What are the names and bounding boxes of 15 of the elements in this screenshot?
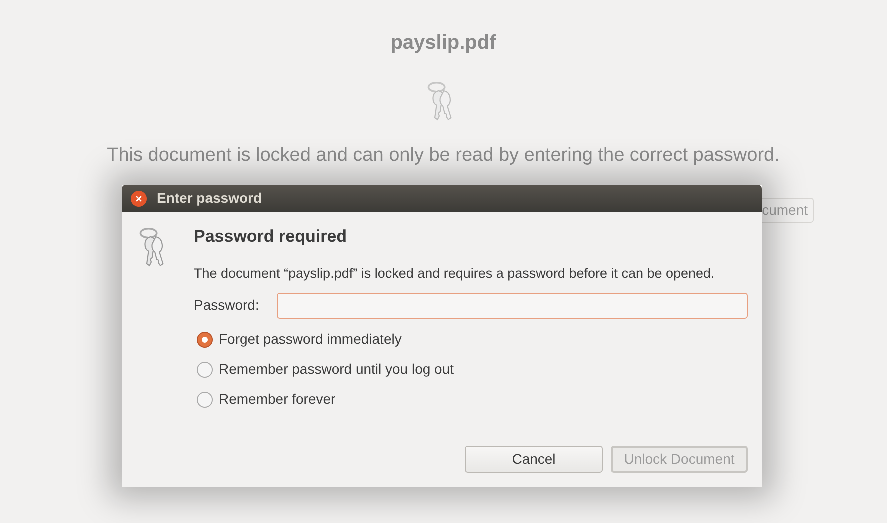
radio-icon [197,392,213,408]
close-icon[interactable] [131,190,147,206]
locked-message: This document is locked and can only be read by entering the correct password. [107,144,780,168]
radio-option[interactable]: Remember password until you log out [197,356,454,382]
radio-icon [197,362,213,378]
dialog-description: The document “payslip.pdf” is locked and requires a password before it can be opened. [194,264,716,282]
radio-option[interactable]: Remember forever [197,386,336,412]
password-field[interactable] [277,292,748,318]
radio-option[interactable]: Forget password immediately [197,326,402,352]
dialog-button[interactable]: Cancel [465,446,603,473]
radio-icon [197,332,213,348]
password-label: Password: [194,296,260,315]
document-title: payslip.pdf [390,31,496,56]
dialog-title: Enter password [157,189,262,208]
dialog-heading: Password required [194,226,348,248]
